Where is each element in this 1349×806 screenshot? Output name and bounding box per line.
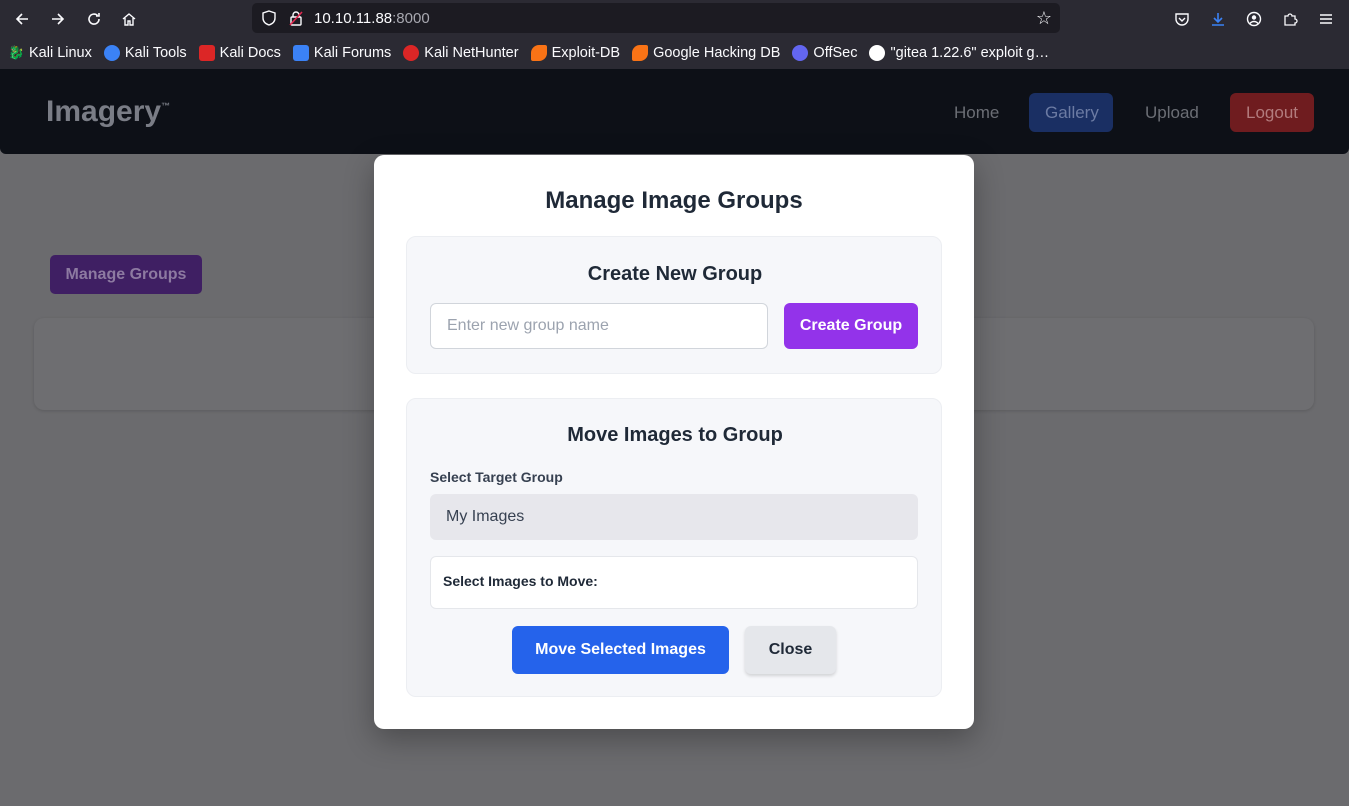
bookmarks-bar: 🐉 Kali Linux Kali Tools Kali Docs Kali Fo… bbox=[0, 37, 1349, 69]
site-logo[interactable]: Imagery™ bbox=[46, 95, 170, 129]
home-icon[interactable] bbox=[116, 6, 142, 32]
move-selected-images-button[interactable]: Move Selected Images bbox=[512, 626, 729, 674]
move-images-section: Move Images to Group Select Target Group… bbox=[406, 398, 942, 697]
bookmark-star-icon[interactable]: ☆ bbox=[1036, 8, 1052, 29]
bookmark-label: Exploit-DB bbox=[551, 45, 621, 61]
bookmark-label: Kali Linux bbox=[29, 45, 92, 61]
account-icon[interactable] bbox=[1243, 8, 1265, 30]
browser-toolbar: 10.10.11.88:8000 ☆ bbox=[0, 0, 1349, 37]
kali-docs-icon bbox=[198, 45, 215, 61]
close-modal-button[interactable]: Close bbox=[745, 626, 836, 674]
logo-trademark: ™ bbox=[161, 101, 171, 111]
create-group-section: Create New Group Create Group bbox=[406, 236, 942, 374]
google-icon bbox=[869, 45, 886, 61]
reload-icon[interactable] bbox=[81, 6, 107, 32]
bookmark-kali-nethunter[interactable]: Kali NetHunter bbox=[403, 45, 519, 61]
modal-title: Manage Image Groups bbox=[545, 187, 803, 214]
manage-groups-modal: Manage Image Groups Create New Group Cre… bbox=[374, 155, 974, 729]
kali-dragon-icon: 🐉 bbox=[8, 45, 25, 60]
target-group-label: Select Target Group bbox=[430, 469, 563, 485]
bookmark-kali-docs[interactable]: Kali Docs bbox=[198, 45, 281, 61]
manage-groups-button[interactable]: Manage Groups bbox=[50, 255, 202, 294]
download-icon[interactable] bbox=[1207, 8, 1229, 30]
nav-gallery[interactable]: Gallery bbox=[1029, 93, 1113, 132]
target-group-select[interactable]: My Images bbox=[430, 494, 918, 540]
site-navbar: Imagery™ Home Gallery Upload Logout bbox=[0, 69, 1349, 154]
logo-text: Imagery bbox=[46, 95, 162, 128]
back-arrow-icon[interactable] bbox=[9, 6, 35, 32]
nav-home[interactable]: Home bbox=[938, 93, 1015, 132]
forward-arrow-icon[interactable] bbox=[45, 6, 71, 32]
bookmark-kali-forums[interactable]: Kali Forums bbox=[292, 45, 392, 61]
bookmark-exploit-db[interactable]: Exploit-DB bbox=[530, 45, 621, 61]
page-content: Imagery™ Home Gallery Upload Logout Mana… bbox=[0, 69, 1349, 806]
url-bar[interactable]: 10.10.11.88:8000 ☆ bbox=[252, 3, 1060, 33]
images-select-box: Select Images to Move: bbox=[430, 556, 918, 609]
bookmark-label: OffSec bbox=[813, 45, 858, 61]
insecure-lock-icon[interactable] bbox=[287, 9, 305, 27]
url-host: 10.10.11.88 bbox=[314, 10, 393, 27]
nav-logout[interactable]: Logout bbox=[1230, 93, 1314, 132]
extensions-icon[interactable] bbox=[1279, 8, 1301, 30]
bookmark-kali-linux[interactable]: 🐉 Kali Linux bbox=[8, 45, 92, 61]
url-port: :8000 bbox=[392, 10, 430, 27]
bookmark-google-hacking-db[interactable]: Google Hacking DB bbox=[632, 45, 780, 61]
images-select-label: Select Images to Move: bbox=[443, 573, 598, 589]
bookmark-label: Kali NetHunter bbox=[424, 45, 519, 61]
offsec-icon bbox=[792, 45, 809, 61]
create-group-button[interactable]: Create Group bbox=[784, 303, 918, 349]
nav-upload[interactable]: Upload bbox=[1129, 93, 1215, 132]
kali-nethunter-icon bbox=[403, 45, 420, 61]
create-group-title: Create New Group bbox=[587, 263, 763, 285]
tracking-shield-icon[interactable] bbox=[260, 9, 278, 27]
bookmark-label: Kali Forums bbox=[313, 45, 392, 61]
url-text: 10.10.11.88:8000 bbox=[314, 10, 430, 27]
pocket-icon[interactable] bbox=[1171, 8, 1193, 30]
group-name-input[interactable] bbox=[430, 303, 768, 349]
kali-forums-icon bbox=[292, 45, 309, 61]
kali-tools-icon bbox=[103, 45, 120, 61]
bookmark-label: "gitea 1.22.6" exploit g… bbox=[890, 45, 1050, 61]
bookmark-gitea-search[interactable]: "gitea 1.22.6" exploit g… bbox=[869, 45, 1049, 61]
bookmark-kali-tools[interactable]: Kali Tools bbox=[103, 45, 187, 61]
ghdb-icon bbox=[632, 45, 649, 61]
exploit-db-icon bbox=[530, 45, 547, 61]
menu-icon[interactable] bbox=[1315, 8, 1337, 30]
move-images-title: Move Images to Group bbox=[567, 424, 783, 446]
bookmark-label: Kali Tools bbox=[124, 45, 187, 61]
bookmark-label: Kali Docs bbox=[219, 45, 281, 61]
bookmark-label: Google Hacking DB bbox=[653, 45, 781, 61]
bookmark-offsec[interactable]: OffSec bbox=[792, 45, 857, 61]
